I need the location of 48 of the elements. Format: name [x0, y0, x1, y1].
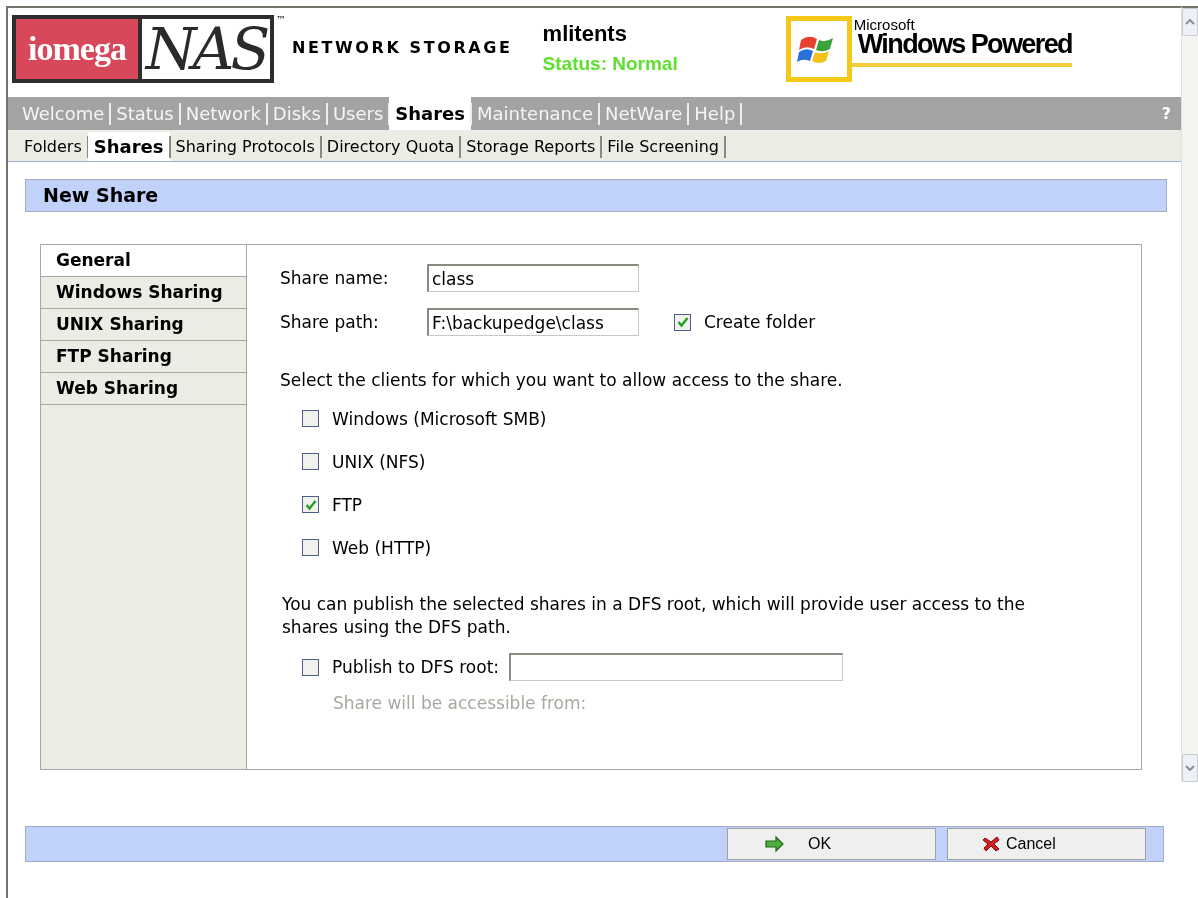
subnav-tab[interactable]: Directory Quota [320, 132, 461, 161]
dfs-note: You can publish the selected shares in a DFS root, which will provide user access to the shares using the DFS path. [282, 593, 1026, 639]
checkbox[interactable] [302, 539, 319, 556]
tagline: NETWORK STORAGE [292, 38, 513, 57]
arrow-icon [764, 835, 784, 853]
cross-icon [982, 835, 1002, 853]
text-field[interactable]: class [427, 264, 639, 292]
server-status: Status: Normal [542, 52, 678, 75]
ok-button[interactable]: OK [727, 828, 936, 860]
text-field[interactable]: F:\backupedge\class [427, 308, 639, 336]
checkbox-label: Create folder [704, 312, 816, 332]
side-tab[interactable]: UNIX Sharing [41, 309, 246, 341]
checkbox-label: UNIX (NFS) [332, 451, 426, 472]
product-logo: NAS [143, 18, 268, 79]
brand-logo: iomega [16, 18, 142, 79]
partner-maker: Microsoft [853, 17, 916, 31]
subnav-tab[interactable]: Storage Reports [460, 132, 602, 161]
checkbox-label: Web (HTTP) [332, 537, 432, 558]
nav-tab[interactable]: Shares [389, 97, 472, 130]
checkbox-label: FTP [332, 494, 363, 515]
dfs-root-field[interactable] [509, 653, 844, 681]
checkbox-label: Windows (Microsoft SMB) [332, 408, 547, 429]
subnav-tab[interactable]: Sharing Protocols [169, 132, 321, 161]
page-title: New Share [25, 179, 1167, 212]
side-tab[interactable]: Web Sharing [41, 373, 246, 405]
checkbox[interactable] [302, 410, 319, 427]
side-tab[interactable]: Windows Sharing [41, 277, 246, 309]
field-label: Share name: [280, 268, 390, 288]
server-name: mlitents [542, 20, 628, 47]
flag-logo-icon [785, 15, 852, 82]
checkbox[interactable] [302, 496, 319, 513]
checkbox[interactable] [302, 453, 319, 470]
checkbox[interactable] [674, 313, 691, 331]
checkbox-label: Publish to DFS root: [332, 657, 500, 677]
cancel-button[interactable]: Cancel [947, 828, 1146, 860]
checkbox[interactable] [302, 658, 319, 676]
side-tab[interactable]: FTP Sharing [41, 341, 246, 373]
trademark-mark: ™ [276, 14, 286, 25]
caret-up-icon [1185, 19, 1195, 25]
subnav-tab[interactable]: Folders [18, 132, 88, 161]
instruction-text: Select the clients for which you want to allow access to the share. [280, 370, 844, 390]
hint-text: Share will be accessible from: [333, 693, 588, 713]
caret-down-icon [1185, 765, 1195, 771]
side-tab[interactable]: General [41, 245, 246, 277]
field-label: Share path: [280, 312, 380, 332]
subnav-tab[interactable]: File Screening [601, 132, 725, 161]
partner-product: Windows Powered [857, 30, 1072, 57]
subnav-tab[interactable]: Shares [87, 132, 170, 161]
